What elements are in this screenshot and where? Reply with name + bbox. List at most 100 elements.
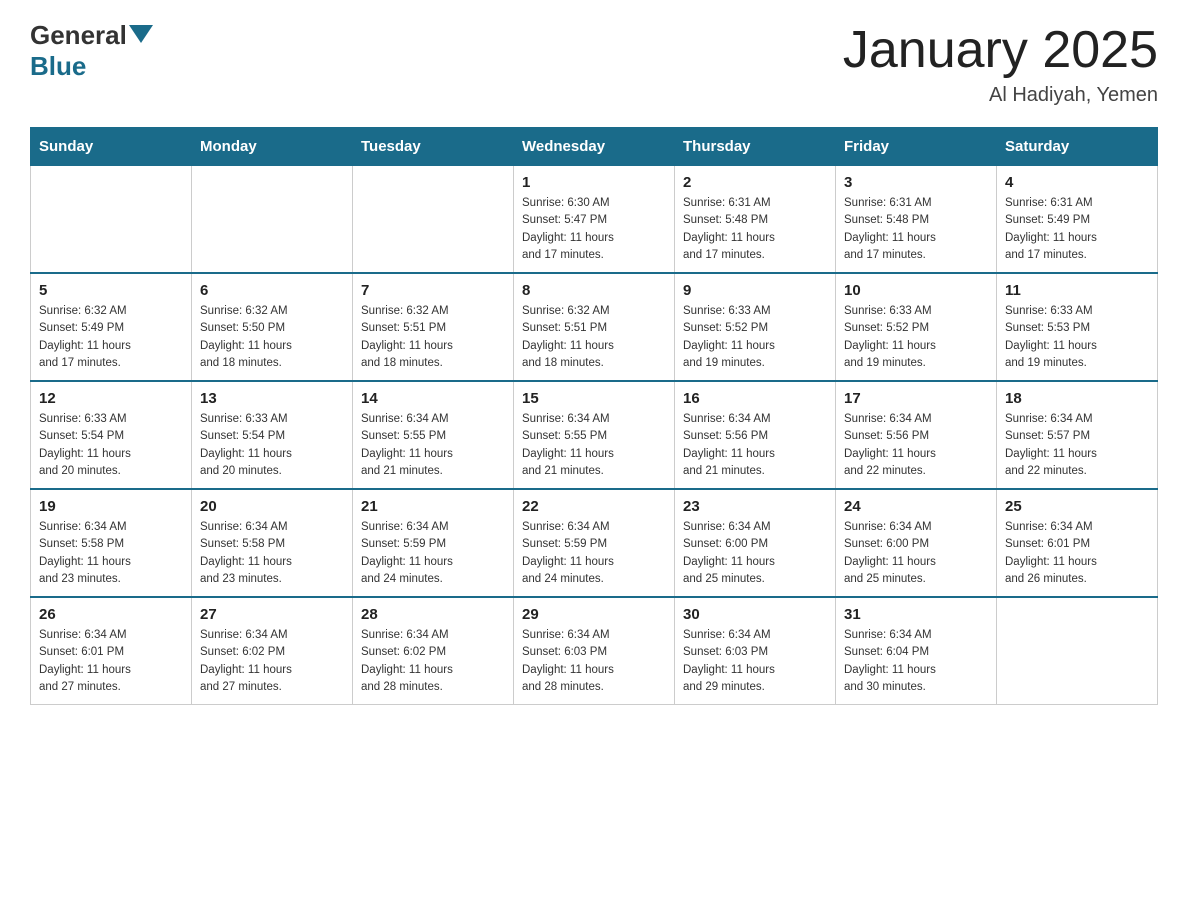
day-number: 14 — [361, 390, 505, 407]
calendar-cell: 30Sunrise: 6:34 AMSunset: 6:03 PMDayligh… — [675, 597, 836, 705]
day-info: Sunrise: 6:34 AMSunset: 6:00 PMDaylight:… — [844, 519, 988, 588]
day-number: 16 — [683, 390, 827, 407]
calendar-cell: 24 Sunrise: 6:34 AMSunset: 6:00 PMDayligh… — [836, 489, 997, 597]
calendar-cell: 27Sunrise: 6:34 AMSunset: 6:02 PMDayligh… — [192, 597, 353, 705]
calendar-cell: 25Sunrise: 6:34 AMSunset: 6:01 PMDayligh… — [997, 489, 1158, 597]
day-number: 23 — [683, 498, 827, 515]
calendar-week-row: 26Sunrise: 6:34 AMSunset: 6:01 PMDayligh… — [31, 597, 1158, 705]
calendar-cell: 14 Sunrise: 6:34 AMSunset: 5:55 PMDayligh… — [353, 381, 514, 489]
day-info: Sunrise: 6:34 AMSunset: 5:57 PMDaylight:… — [1005, 411, 1149, 480]
day-info: Sunrise: 6:34 AMSunset: 5:59 PMDaylight:… — [361, 519, 505, 588]
day-number: 28 — [361, 606, 505, 623]
calendar-week-row: 19Sunrise: 6:34 AMSunset: 5:58 PMDayligh… — [31, 489, 1158, 597]
day-info: Sunrise: 6:33 AMSunset: 5:54 PMDaylight:… — [200, 411, 344, 480]
calendar-cell: 3 Sunrise: 6:31 AMSunset: 5:48 PMDaylight… — [836, 166, 997, 274]
day-number: 17 — [844, 390, 988, 407]
calendar-header-thursday: Thursday — [675, 128, 836, 166]
day-number: 6 — [200, 282, 344, 299]
day-number: 27 — [200, 606, 344, 623]
day-info: Sunrise: 6:30 AMSunset: 5:47 PMDaylight:… — [522, 195, 666, 264]
day-number: 25 — [1005, 498, 1149, 515]
day-info: Sunrise: 6:34 AMSunset: 5:58 PMDaylight:… — [39, 519, 183, 588]
title-section: January 2025 Al Hadiyah, Yemen — [843, 20, 1158, 107]
day-info: Sunrise: 6:34 AMSunset: 6:00 PMDaylight:… — [683, 519, 827, 588]
calendar-cell: 2 Sunrise: 6:31 AMSunset: 5:48 PMDaylight… — [675, 166, 836, 274]
day-info: Sunrise: 6:33 AMSunset: 5:52 PMDaylight:… — [844, 303, 988, 372]
calendar-cell: 26Sunrise: 6:34 AMSunset: 6:01 PMDayligh… — [31, 597, 192, 705]
calendar-cell: 31Sunrise: 6:34 AMSunset: 6:04 PMDayligh… — [836, 597, 997, 705]
day-number: 10 — [844, 282, 988, 299]
calendar-cell — [31, 166, 192, 274]
calendar-cell: 18Sunrise: 6:34 AMSunset: 5:57 PMDayligh… — [997, 381, 1158, 489]
day-info: Sunrise: 6:34 AMSunset: 5:59 PMDaylight:… — [522, 519, 666, 588]
day-number: 13 — [200, 390, 344, 407]
calendar-cell: 15Sunrise: 6:34 AMSunset: 5:55 PMDayligh… — [514, 381, 675, 489]
calendar-table: SundayMondayTuesdayWednesdayThursdayFrid… — [30, 127, 1158, 705]
day-info: Sunrise: 6:33 AMSunset: 5:53 PMDaylight:… — [1005, 303, 1149, 372]
day-info: Sunrise: 6:34 AMSunset: 5:58 PMDaylight:… — [200, 519, 344, 588]
day-number: 21 — [361, 498, 505, 515]
calendar-cell: 21 Sunrise: 6:34 AMSunset: 5:59 PMDayligh… — [353, 489, 514, 597]
calendar-cell: 17 Sunrise: 6:34 AMSunset: 5:56 PMDayligh… — [836, 381, 997, 489]
day-number: 31 — [844, 606, 988, 623]
calendar-cell — [192, 166, 353, 274]
calendar-cell: 19Sunrise: 6:34 AMSunset: 5:58 PMDayligh… — [31, 489, 192, 597]
day-number: 7 — [361, 282, 505, 299]
calendar-header-monday: Monday — [192, 128, 353, 166]
calendar-cell: 5 Sunrise: 6:32 AMSunset: 5:49 PMDaylight… — [31, 273, 192, 381]
calendar-cell: 22 Sunrise: 6:34 AMSunset: 5:59 PMDayligh… — [514, 489, 675, 597]
day-number: 22 — [522, 498, 666, 515]
day-info: Sunrise: 6:34 AMSunset: 6:02 PMDaylight:… — [361, 627, 505, 696]
calendar-cell — [997, 597, 1158, 705]
day-number: 30 — [683, 606, 827, 623]
day-info: Sunrise: 6:31 AMSunset: 5:48 PMDaylight:… — [844, 195, 988, 264]
calendar-week-row: 1 Sunrise: 6:30 AMSunset: 5:47 PMDaylight… — [31, 166, 1158, 274]
calendar-header-row: SundayMondayTuesdayWednesdayThursdayFrid… — [31, 128, 1158, 166]
calendar-header-friday: Friday — [836, 128, 997, 166]
day-info: Sunrise: 6:31 AMSunset: 5:49 PMDaylight:… — [1005, 195, 1149, 264]
day-number: 20 — [200, 498, 344, 515]
calendar-cell: 16 Sunrise: 6:34 AMSunset: 5:56 PMDayligh… — [675, 381, 836, 489]
day-info: Sunrise: 6:34 AMSunset: 5:55 PMDaylight:… — [522, 411, 666, 480]
calendar-week-row: 5 Sunrise: 6:32 AMSunset: 5:49 PMDaylight… — [31, 273, 1158, 381]
day-number: 1 — [522, 174, 666, 191]
day-number: 2 — [683, 174, 827, 191]
day-number: 8 — [522, 282, 666, 299]
logo-arrow-icon — [129, 25, 153, 43]
calendar-header-saturday: Saturday — [997, 128, 1158, 166]
day-info: Sunrise: 6:32 AMSunset: 5:51 PMDaylight:… — [361, 303, 505, 372]
day-info: Sunrise: 6:31 AMSunset: 5:48 PMDaylight:… — [683, 195, 827, 264]
calendar-cell: 13 Sunrise: 6:33 AMSunset: 5:54 PMDayligh… — [192, 381, 353, 489]
calendar-cell: 29Sunrise: 6:34 AMSunset: 6:03 PMDayligh… — [514, 597, 675, 705]
calendar-cell: 20 Sunrise: 6:34 AMSunset: 5:58 PMDayligh… — [192, 489, 353, 597]
calendar-cell: 7 Sunrise: 6:32 AMSunset: 5:51 PMDaylight… — [353, 273, 514, 381]
logo-blue-part — [127, 25, 153, 47]
calendar-cell: 1 Sunrise: 6:30 AMSunset: 5:47 PMDaylight… — [514, 166, 675, 274]
calendar-cell: 11Sunrise: 6:33 AMSunset: 5:53 PMDayligh… — [997, 273, 1158, 381]
day-number: 12 — [39, 390, 183, 407]
calendar-header-wednesday: Wednesday — [514, 128, 675, 166]
day-info: Sunrise: 6:34 AMSunset: 5:56 PMDaylight:… — [683, 411, 827, 480]
calendar-cell: 6 Sunrise: 6:32 AMSunset: 5:50 PMDaylight… — [192, 273, 353, 381]
day-info: Sunrise: 6:33 AMSunset: 5:54 PMDaylight:… — [39, 411, 183, 480]
day-info: Sunrise: 6:32 AMSunset: 5:51 PMDaylight:… — [522, 303, 666, 372]
day-number: 4 — [1005, 174, 1149, 191]
location-text: Al Hadiyah, Yemen — [843, 84, 1158, 107]
calendar-header-tuesday: Tuesday — [353, 128, 514, 166]
day-info: Sunrise: 6:34 AMSunset: 5:55 PMDaylight:… — [361, 411, 505, 480]
day-number: 9 — [683, 282, 827, 299]
calendar-header-sunday: Sunday — [31, 128, 192, 166]
month-title: January 2025 — [843, 20, 1158, 80]
calendar-cell: 9Sunrise: 6:33 AMSunset: 5:52 PMDaylight… — [675, 273, 836, 381]
day-info: Sunrise: 6:32 AMSunset: 5:49 PMDaylight:… — [39, 303, 183, 372]
calendar-cell — [353, 166, 514, 274]
day-info: Sunrise: 6:34 AMSunset: 6:03 PMDaylight:… — [522, 627, 666, 696]
day-info: Sunrise: 6:34 AMSunset: 5:56 PMDaylight:… — [844, 411, 988, 480]
day-number: 3 — [844, 174, 988, 191]
day-info: Sunrise: 6:32 AMSunset: 5:50 PMDaylight:… — [200, 303, 344, 372]
day-number: 5 — [39, 282, 183, 299]
logo: General Blue — [30, 20, 153, 82]
calendar-cell: 8 Sunrise: 6:32 AMSunset: 5:51 PMDaylight… — [514, 273, 675, 381]
page-header: General Blue January 2025 Al Hadiyah, Ye… — [30, 20, 1158, 107]
day-number: 24 — [844, 498, 988, 515]
